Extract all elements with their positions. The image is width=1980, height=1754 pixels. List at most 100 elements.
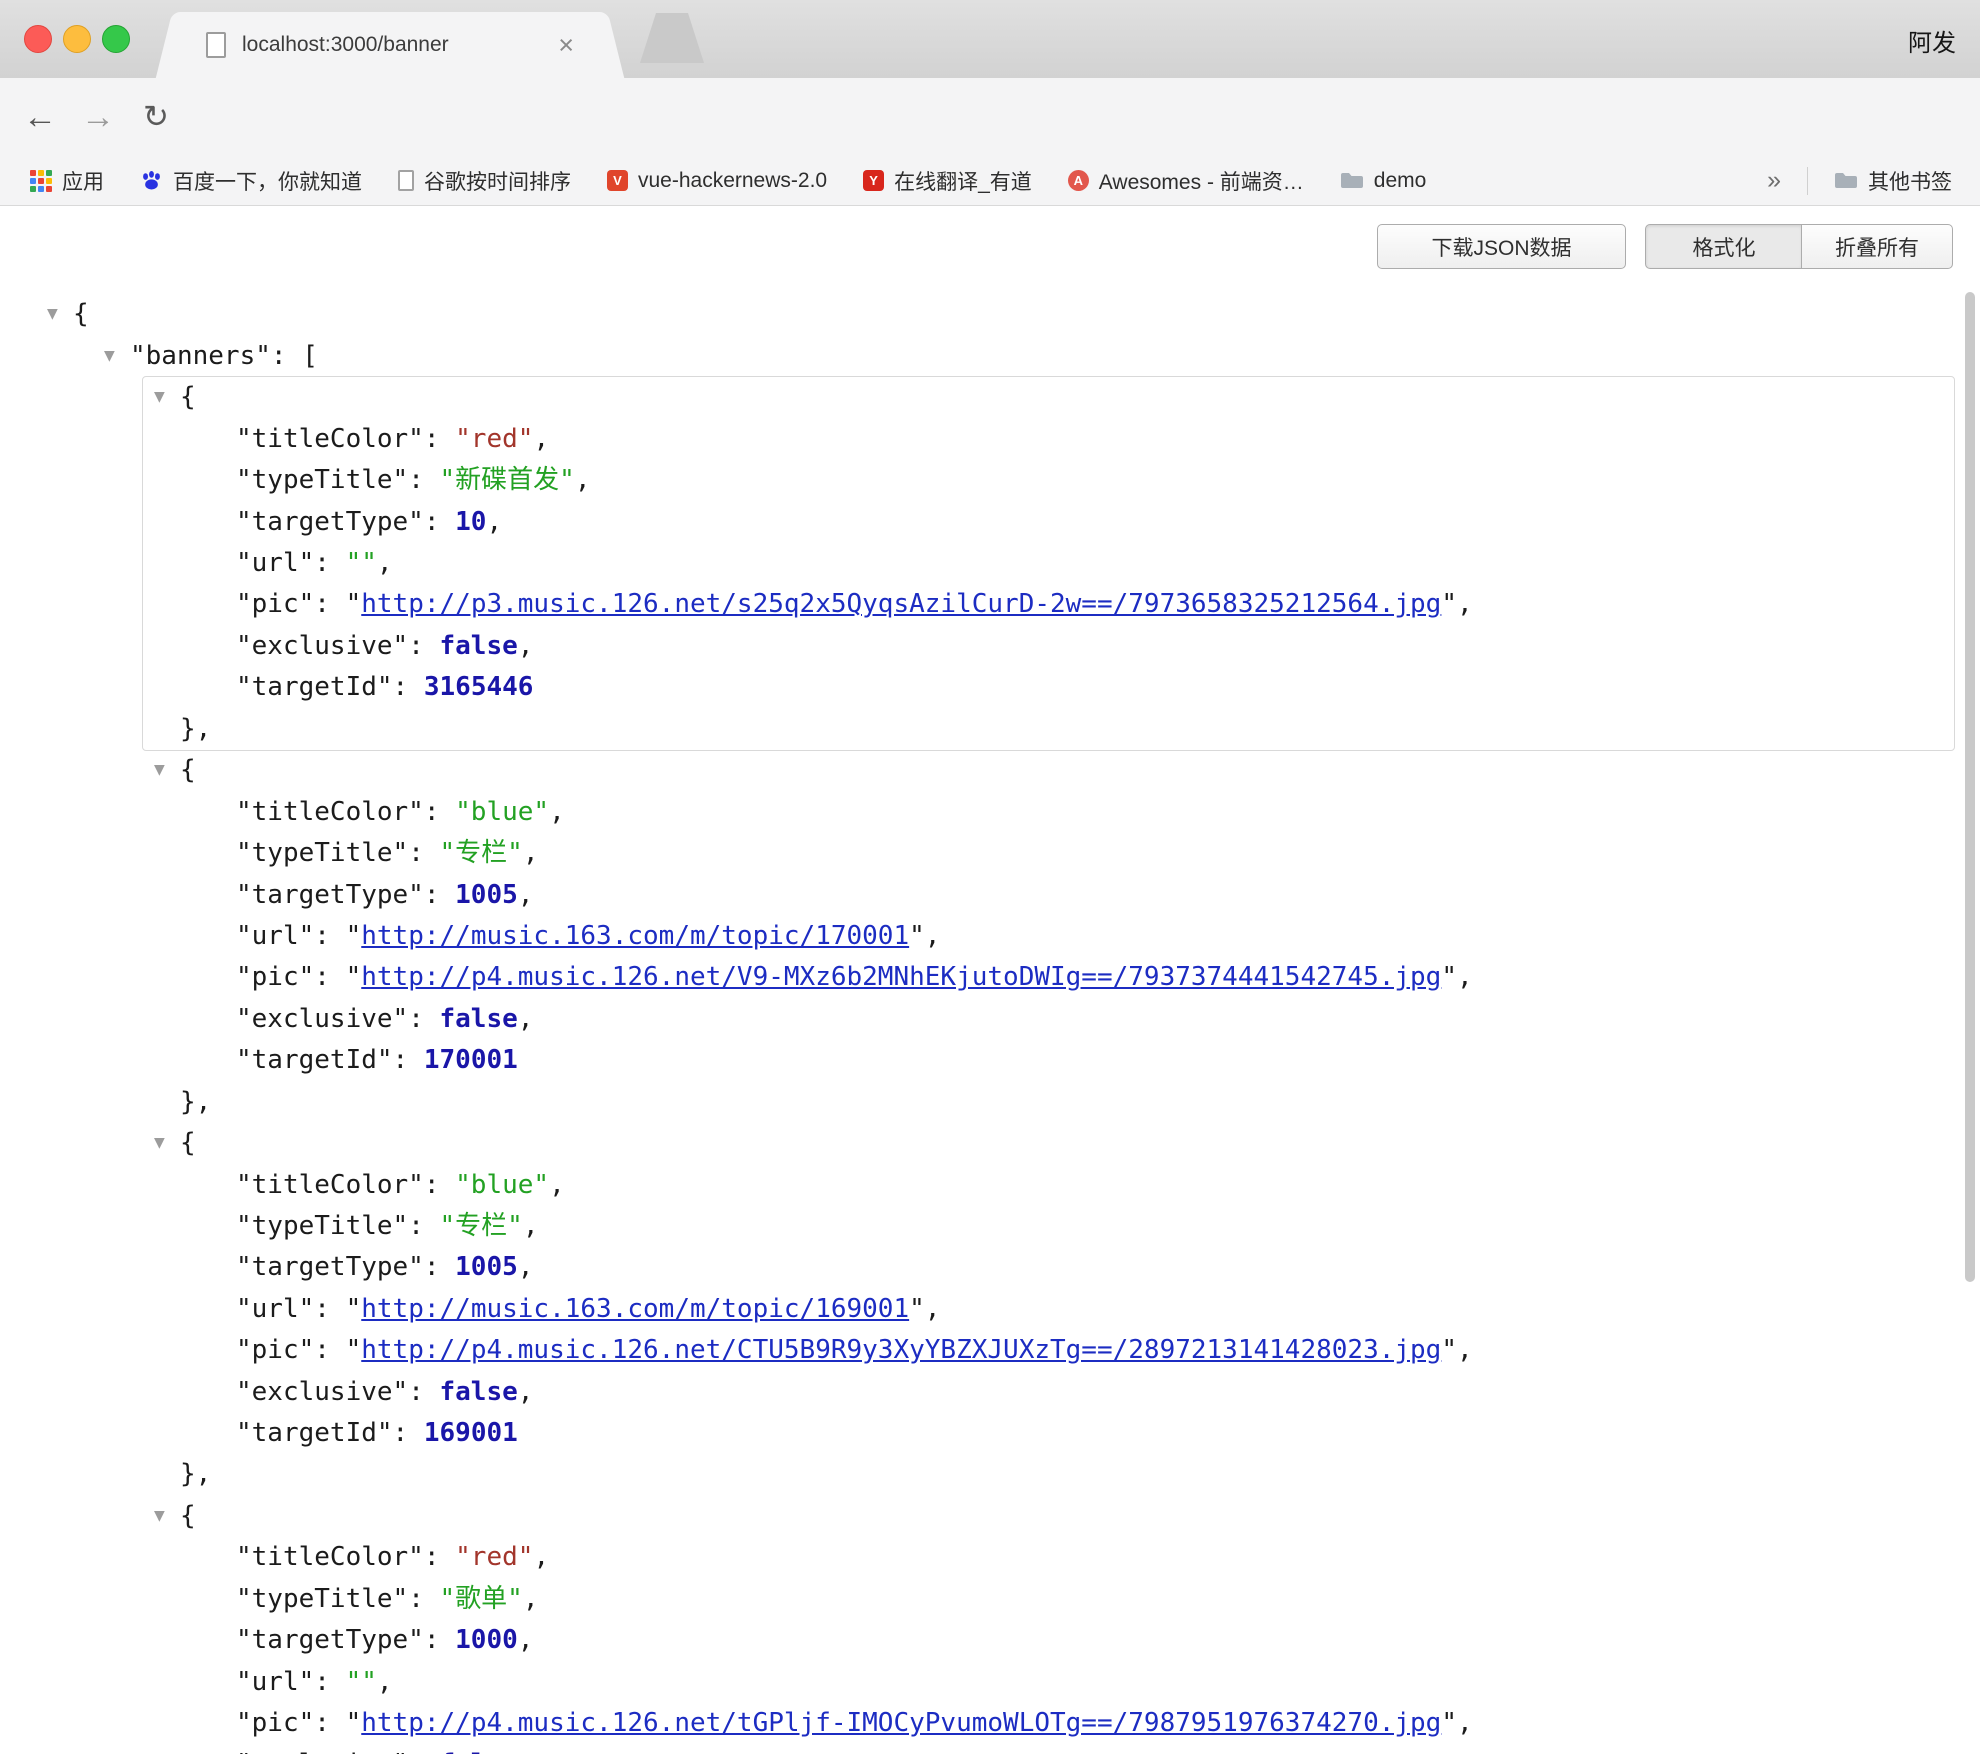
json-url-link[interactable]: http://p3.music.126.net/s25q2x5QyqsAzilC… bbox=[361, 589, 1441, 619]
collapse-toggle-icon[interactable]: ▼ bbox=[154, 750, 180, 791]
json-line: "exclusive": false, bbox=[143, 1372, 1954, 1413]
collapse-toggle-icon[interactable]: ▼ bbox=[47, 294, 73, 335]
json-number-value: 1005 bbox=[455, 1252, 518, 1282]
folder-icon bbox=[1340, 171, 1364, 190]
browser-tab[interactable]: localhost:3000/banner × bbox=[176, 12, 604, 78]
json-number-value: 1000 bbox=[455, 1625, 518, 1655]
page-favicon-icon bbox=[206, 32, 226, 58]
json-line: "titleColor": "blue", bbox=[143, 1165, 1954, 1206]
json-line: "titleColor": "red", bbox=[143, 419, 1954, 460]
json-url-link[interactable]: http://p4.music.126.net/tGPljf-IMOCyPvum… bbox=[361, 1708, 1441, 1738]
bookmark-label: 谷歌按时间排序 bbox=[424, 166, 571, 196]
bookmarks-overflow-chevron[interactable]: » bbox=[1767, 166, 1781, 195]
json-line: "targetId": 170001 bbox=[143, 1040, 1954, 1081]
json-line: "targetType": 1000, bbox=[143, 1620, 1954, 1661]
other-bookmarks[interactable]: 其他书签 bbox=[1834, 166, 1952, 196]
tab-strip: localhost:3000/banner × 阿发 bbox=[0, 0, 1980, 78]
json-line: ▼{ bbox=[0, 294, 1980, 336]
collapse-toggle-icon[interactable]: ▼ bbox=[154, 1123, 180, 1164]
json-number-value: 170001 bbox=[424, 1045, 518, 1075]
json-url-link[interactable]: http://p4.music.126.net/V9-MXz6b2MNhEKju… bbox=[361, 962, 1441, 992]
minimize-button[interactable] bbox=[63, 25, 91, 53]
back-button[interactable]: ← bbox=[14, 78, 66, 156]
collapse-all-button[interactable]: 折叠所有 bbox=[1801, 224, 1953, 269]
json-line: "url": "", bbox=[143, 543, 1954, 584]
scrollbar-thumb[interactable] bbox=[1965, 292, 1975, 1282]
json-line: "url": "http://music.163.com/m/topic/170… bbox=[143, 916, 1954, 957]
bookmark-item-demo[interactable]: demo bbox=[1340, 169, 1427, 193]
json-line: ▼{ bbox=[143, 1123, 1954, 1165]
baidu-paw-icon bbox=[140, 169, 163, 192]
collapse-toggle-icon[interactable]: ▼ bbox=[104, 336, 130, 377]
json-object: ▼{"titleColor": "red","typeTitle": "歌单",… bbox=[143, 1496, 1954, 1754]
reload-button[interactable]: ↻ bbox=[130, 78, 182, 156]
json-line: "typeTitle": "专栏", bbox=[143, 1206, 1954, 1247]
json-number-value: 169001 bbox=[424, 1418, 518, 1448]
json-bool-value: false bbox=[440, 1377, 518, 1407]
json-url-link[interactable]: http://p4.music.126.net/CTU5B9R9y3XyYBZX… bbox=[361, 1335, 1441, 1365]
json-line: "targetId": 3165446 bbox=[143, 667, 1954, 708]
bookmark-item-awesomes[interactable]: A Awesomes - 前端资… bbox=[1068, 166, 1304, 196]
json-line: "pic": "http://p3.music.126.net/s25q2x5Q… bbox=[143, 584, 1954, 625]
json-line: "targetType": 10, bbox=[143, 502, 1954, 543]
json-line: }, bbox=[143, 709, 1954, 750]
page-icon bbox=[398, 170, 414, 191]
bookmark-item-baidu[interactable]: 百度一下，你就知道 bbox=[140, 166, 362, 196]
vue-favicon-icon: V bbox=[607, 170, 628, 191]
other-bookmarks-label: 其他书签 bbox=[1868, 166, 1952, 196]
json-line: "typeTitle": "专栏", bbox=[143, 833, 1954, 874]
bookmark-item-apps[interactable]: 应用 bbox=[30, 166, 104, 196]
zoom-button[interactable] bbox=[102, 25, 130, 53]
json-line: "targetId": 169001 bbox=[143, 1413, 1954, 1454]
forward-button[interactable]: → bbox=[72, 78, 124, 156]
bookmark-item-youdao[interactable]: Y 在线翻译_有道 bbox=[863, 166, 1032, 196]
json-object: ▼{"titleColor": "blue","typeTitle": "专栏"… bbox=[143, 1123, 1954, 1496]
json-line: "pic": "http://p4.music.126.net/tGPljf-I… bbox=[143, 1703, 1954, 1744]
json-number-value: 3165446 bbox=[424, 672, 534, 702]
json-string-value: "专栏" bbox=[440, 838, 523, 868]
awesomes-favicon-icon: A bbox=[1068, 170, 1089, 191]
json-line: "typeTitle": "新碟首发", bbox=[143, 460, 1954, 501]
profile-name[interactable]: 阿发 bbox=[1908, 23, 1956, 58]
bookmark-label: Awesomes - 前端资… bbox=[1099, 166, 1304, 196]
download-json-button[interactable]: 下载JSON数据 bbox=[1377, 224, 1626, 269]
json-string-value: "专栏" bbox=[440, 1211, 523, 1241]
collapse-toggle-icon[interactable]: ▼ bbox=[154, 1496, 180, 1537]
json-line: "titleColor": "red", bbox=[143, 1537, 1954, 1578]
new-tab-button[interactable] bbox=[640, 13, 704, 63]
bookmark-label: 百度一下，你就知道 bbox=[173, 166, 362, 196]
bookmarks-right-cluster: » 其他书签 bbox=[1767, 166, 1980, 196]
json-line: "targetType": 1005, bbox=[143, 1247, 1954, 1288]
json-number-value: 1005 bbox=[455, 880, 518, 910]
json-line: "typeTitle": "歌单", bbox=[143, 1579, 1954, 1620]
json-url-link[interactable]: http://music.163.com/m/topic/169001 bbox=[361, 1294, 909, 1324]
json-string-value: "red" bbox=[455, 1542, 533, 1572]
apps-grid-icon bbox=[30, 170, 52, 192]
json-line: ▼{ bbox=[143, 1496, 1954, 1538]
youdao-favicon-icon: Y bbox=[863, 170, 884, 191]
json-line: "targetType": 1005, bbox=[143, 875, 1954, 916]
json-url-link[interactable]: http://music.163.com/m/topic/170001 bbox=[361, 921, 909, 951]
json-line: }, bbox=[143, 1454, 1954, 1495]
json-object: ▼{"titleColor": "red","typeTitle": "新碟首发… bbox=[143, 377, 1954, 750]
close-button[interactable] bbox=[24, 25, 52, 53]
json-bool-value: false bbox=[440, 631, 518, 661]
json-bool-value: false bbox=[440, 1749, 518, 1754]
json-line: "exclusive": false, bbox=[143, 626, 1954, 667]
format-button[interactable]: 格式化 bbox=[1645, 224, 1803, 269]
tab-title: localhost:3000/banner bbox=[242, 33, 544, 57]
bookmark-label: 应用 bbox=[62, 166, 104, 196]
bookmark-label: demo bbox=[1374, 169, 1427, 193]
json-tree: ▼{▼"banners": [▼{"titleColor": "red","ty… bbox=[0, 206, 1980, 1754]
json-string-value: "新碟首发" bbox=[440, 465, 575, 495]
bookmark-item-vue-hackernews[interactable]: V vue-hackernews-2.0 bbox=[607, 169, 827, 193]
page-content: 下载JSON数据 格式化 折叠所有 ▼{▼"banners": [▼{"titl… bbox=[0, 206, 1980, 1754]
json-line: "url": "http://music.163.com/m/topic/169… bbox=[143, 1289, 1954, 1330]
bookmark-item-google-sort[interactable]: 谷歌按时间排序 bbox=[398, 166, 571, 196]
json-string-value: "" bbox=[346, 548, 377, 578]
json-string-value: "blue" bbox=[455, 1170, 549, 1200]
collapse-toggle-icon[interactable]: ▼ bbox=[154, 377, 180, 418]
json-bool-value: false bbox=[440, 1004, 518, 1034]
tab-close-icon[interactable]: × bbox=[558, 32, 574, 59]
bookmark-label: 在线翻译_有道 bbox=[894, 166, 1032, 196]
